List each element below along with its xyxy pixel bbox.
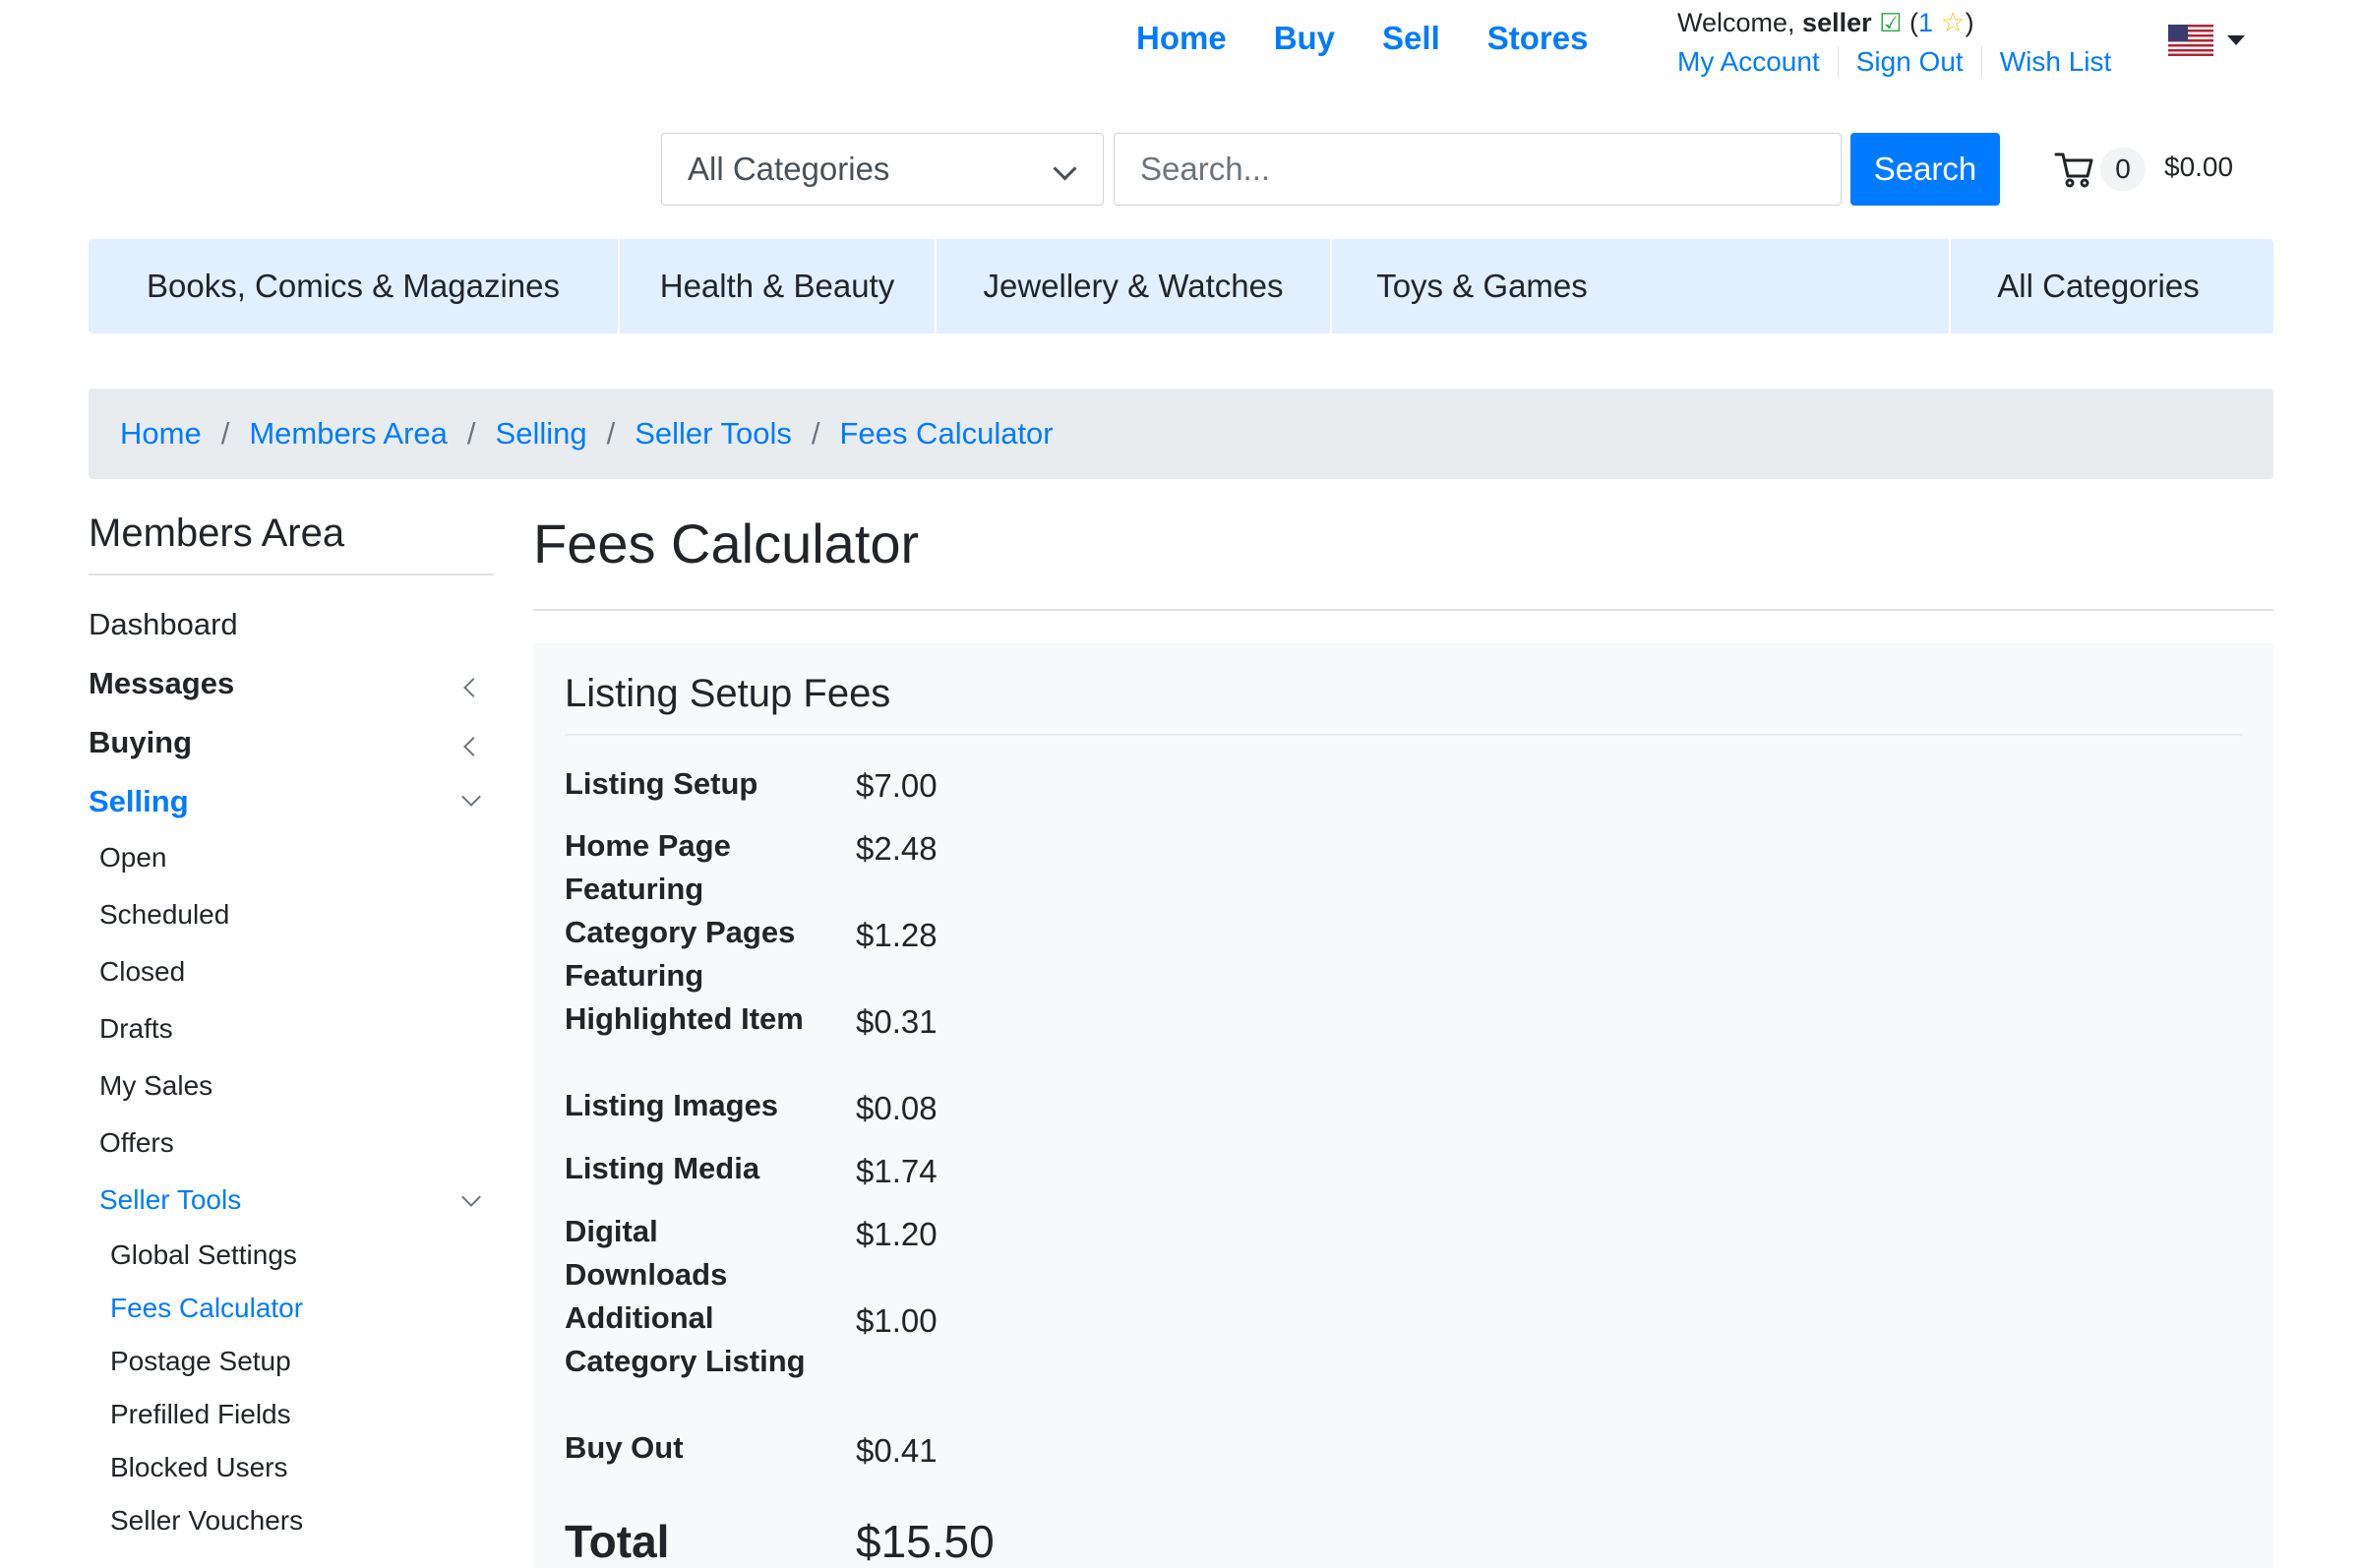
category-jewellery-watches[interactable]: Jewellery & Watches — [937, 239, 1330, 333]
sign-out-link[interactable]: Sign Out — [1837, 46, 1981, 78]
breadcrumb-separator: / — [811, 416, 820, 451]
account-links: My Account Sign Out Wish List — [1677, 46, 2129, 78]
username[interactable]: seller — [1802, 8, 1872, 37]
fee-value-home-page-featuring: $2.48 — [856, 830, 938, 867]
total-label: Total — [565, 1516, 670, 1567]
wish-list-link[interactable]: Wish List — [1980, 46, 2130, 78]
search-button[interactable]: Search — [1850, 133, 2000, 206]
fee-value-listing-media: $1.74 — [856, 1153, 938, 1189]
welcome-message: Welcome, seller ☑ (1 ☆) — [1677, 6, 1974, 38]
star-icon: ☆ — [1940, 7, 1966, 37]
chevron-down-icon[interactable] — [461, 1187, 481, 1207]
card-title: Listing Setup Fees — [565, 672, 891, 715]
top-nav: Home Buy Sell Stores — [1136, 20, 1588, 57]
breadcrumb-members-area[interactable]: Members Area — [249, 416, 448, 452]
breadcrumb-separator: / — [220, 416, 230, 451]
language-dropdown-caret-icon[interactable] — [2227, 35, 2245, 45]
category-all-categories[interactable]: All Categories — [1951, 239, 2246, 333]
page-title: Fees Calculator — [533, 513, 920, 574]
breadcrumb-fees-calculator[interactable]: Fees Calculator — [840, 416, 1054, 452]
us-flag-icon[interactable] — [2168, 25, 2213, 56]
sidebar-item-buying[interactable]: Buying — [89, 725, 192, 760]
cart-count-badge[interactable]: 0 — [2100, 148, 2146, 191]
chevron-left-icon[interactable] — [463, 737, 483, 756]
fee-label-listing-images: Listing Images — [565, 1088, 779, 1122]
nav-buy-link[interactable]: Buy — [1274, 20, 1335, 57]
sidebar-item-selling[interactable]: Selling — [89, 784, 189, 819]
fee-value-highlighted-item: $0.31 — [856, 1003, 938, 1040]
category-select[interactable]: All Categories — [661, 133, 1104, 206]
sidebar-item-seller-vouchers[interactable]: Seller Vouchers — [110, 1505, 303, 1537]
sidebar-item-seller-tools[interactable]: Seller Tools — [99, 1184, 241, 1216]
breadcrumb-home[interactable]: Home — [120, 416, 202, 452]
welcome-prefix: Welcome, — [1677, 8, 1803, 37]
fee-value-digital-downloads: $1.20 — [856, 1216, 938, 1252]
fee-label-additional-category-listing: Additional Category Listing — [565, 1300, 806, 1378]
sidebar-item-drafts[interactable]: Drafts — [99, 1013, 173, 1045]
category-books-comics-magazines[interactable]: Books, Comics & Magazines — [89, 239, 618, 333]
sidebar-item-open[interactable]: Open — [99, 842, 167, 874]
chevron-down-icon — [1053, 156, 1077, 181]
fee-value-additional-category-listing: $1.00 — [856, 1302, 938, 1339]
fee-value-buy-out: $0.41 — [856, 1432, 938, 1469]
nav-stores-link[interactable]: Stores — [1487, 20, 1589, 57]
sidebar-item-dashboard[interactable]: Dashboard — [89, 607, 238, 642]
sidebar-item-fees-calculator[interactable]: Fees Calculator — [110, 1293, 303, 1324]
breadcrumb-selling[interactable]: Selling — [496, 416, 587, 452]
breadcrumb-separator: / — [606, 416, 616, 451]
title-divider — [533, 609, 2273, 611]
rating-open-paren: ( — [1908, 8, 1918, 37]
fee-label-highlighted-item: Highlighted Item — [565, 1001, 804, 1036]
fee-label-home-page-featuring: Home Page Featuring — [565, 828, 731, 906]
sidebar-item-postage-setup[interactable]: Postage Setup — [110, 1346, 291, 1377]
fee-label-listing-setup: Listing Setup — [565, 766, 758, 801]
fee-value-listing-setup: $7.00 — [856, 767, 938, 804]
fee-label-category-pages-featuring: Category Pages Featuring — [565, 915, 796, 993]
fee-label-buy-out: Buy Out — [565, 1430, 684, 1465]
sidebar-item-my-sales[interactable]: My Sales — [99, 1070, 212, 1102]
category-bar: Books, Comics & Magazines Health & Beaut… — [89, 239, 2273, 333]
nav-sell-link[interactable]: Sell — [1382, 20, 1440, 57]
breadcrumb: Home / Members Area / Selling / Seller T… — [89, 389, 2273, 479]
total-value: $15.50 — [856, 1516, 995, 1567]
sidebar-item-blocked-users[interactable]: Blocked Users — [110, 1452, 288, 1483]
category-select-value: All Categories — [688, 151, 890, 187]
category-health-beauty[interactable]: Health & Beauty — [620, 239, 935, 333]
feedback-score[interactable]: 1 — [1918, 8, 1933, 37]
verified-check-icon: ☑ — [1879, 8, 1903, 37]
fee-value-listing-images: $0.08 — [856, 1090, 938, 1126]
category-toys-games[interactable]: Toys & Games — [1332, 239, 1632, 333]
fee-value-category-pages-featuring: $1.28 — [856, 917, 938, 953]
sidebar-item-offers[interactable]: Offers — [99, 1127, 174, 1159]
sidebar-title: Members Area — [89, 512, 345, 555]
card-divider — [565, 734, 2243, 736]
sidebar-item-messages[interactable]: Messages — [89, 666, 234, 701]
chevron-left-icon[interactable] — [463, 678, 483, 697]
search-placeholder: Search... — [1140, 151, 1271, 187]
sidebar-item-scheduled[interactable]: Scheduled — [99, 899, 229, 931]
breadcrumb-seller-tools[interactable]: Seller Tools — [635, 416, 792, 452]
fee-label-digital-downloads: Digital Downloads — [565, 1214, 728, 1292]
search-input[interactable]: Search... — [1114, 133, 1842, 206]
cart-total[interactable]: $0.00 — [2164, 151, 2233, 183]
fee-label-listing-media: Listing Media — [565, 1151, 760, 1185]
nav-home-link[interactable]: Home — [1136, 20, 1227, 57]
rating-close-paren: ) — [1965, 8, 1974, 37]
sidebar-item-global-settings[interactable]: Global Settings — [110, 1239, 297, 1271]
my-account-link[interactable]: My Account — [1677, 46, 1838, 78]
sidebar-item-prefilled-fields[interactable]: Prefilled Fields — [110, 1399, 291, 1430]
sidebar-divider — [89, 573, 494, 575]
shopping-cart-icon[interactable] — [2054, 150, 2095, 189]
sidebar-item-closed[interactable]: Closed — [99, 956, 185, 988]
breadcrumb-separator: / — [466, 416, 476, 451]
chevron-down-icon[interactable] — [461, 787, 481, 807]
